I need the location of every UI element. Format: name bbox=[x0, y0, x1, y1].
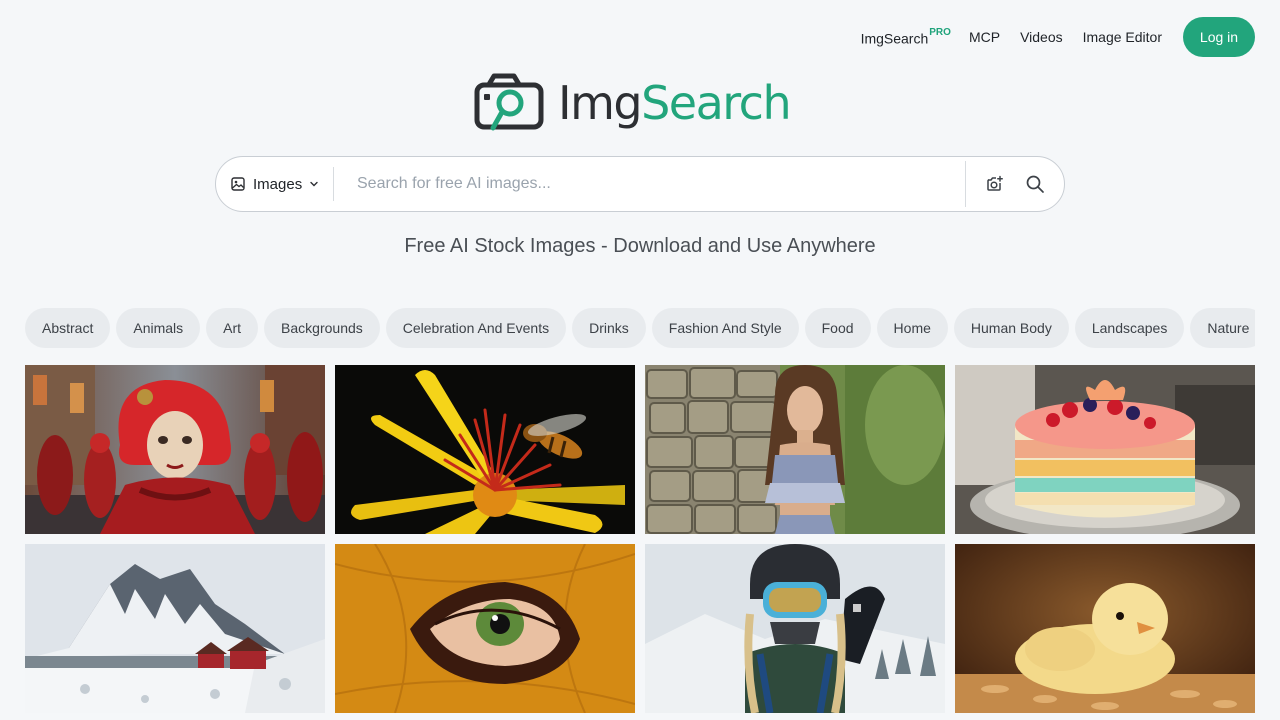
image-grid bbox=[25, 365, 1255, 713]
search-bar: Images bbox=[215, 156, 1065, 212]
logo-text-img: Img bbox=[558, 76, 643, 130]
category-chips: Abstract Animals Art Backgrounds Celebration… bbox=[25, 308, 1255, 348]
search-type-label: Images bbox=[253, 175, 303, 193]
search-button[interactable] bbox=[1016, 165, 1054, 203]
nav-pro-label: ImgSearch bbox=[860, 30, 929, 47]
page-tagline: Free AI Stock Images - Download and Use … bbox=[404, 235, 876, 257]
search-icon bbox=[1026, 175, 1044, 193]
snowy-mountain-cabins-picture bbox=[25, 544, 325, 713]
nav-videos-link[interactable]: Videos bbox=[1020, 17, 1063, 57]
layered-cake-picture bbox=[955, 365, 1255, 534]
nav-mcp-link[interactable]: MCP bbox=[969, 17, 1000, 57]
carnival-mask-woman-picture bbox=[25, 365, 325, 534]
logo-wordmark: ImgSearch bbox=[558, 72, 792, 134]
yellow-chick-picture bbox=[955, 544, 1255, 713]
camera-plus-icon bbox=[987, 175, 1003, 191]
logo-text-search: Search bbox=[641, 76, 792, 130]
category-chip-food[interactable]: Food bbox=[804, 308, 871, 348]
pro-badge: PRO bbox=[929, 26, 951, 38]
category-chip-human-body[interactable]: Human Body bbox=[953, 308, 1069, 348]
top-nav: ImgSearchPRO MCP Videos Image Editor Log… bbox=[861, 17, 1255, 57]
nav-imgsearch-pro-link[interactable]: ImgSearchPRO bbox=[861, 16, 951, 59]
layered-cake-image[interactable] bbox=[955, 365, 1255, 534]
image-icon bbox=[231, 177, 245, 191]
bee-on-yellow-flower-image[interactable] bbox=[335, 365, 635, 534]
camera-magnifier-logo-icon bbox=[474, 73, 544, 131]
carnival-mask-woman-image[interactable] bbox=[25, 365, 325, 534]
woman-by-stone-wall-picture bbox=[645, 365, 945, 534]
login-button[interactable]: Log in bbox=[1183, 17, 1255, 57]
snowboarder-goggles-image[interactable] bbox=[645, 544, 945, 713]
category-chip-abstract[interactable]: Abstract bbox=[25, 308, 111, 348]
category-chip-backgrounds[interactable]: Backgrounds bbox=[264, 308, 380, 348]
yellow-chick-image[interactable] bbox=[955, 544, 1255, 713]
category-chip-home[interactable]: Home bbox=[876, 308, 948, 348]
bee-on-yellow-flower-picture bbox=[335, 365, 635, 534]
category-chip-art[interactable]: Art bbox=[206, 308, 259, 348]
site-logo[interactable]: ImgSearch bbox=[474, 72, 792, 134]
category-chip-celebration-and-events[interactable]: Celebration And Events bbox=[385, 308, 567, 348]
category-chip-landscapes[interactable]: Landscapes bbox=[1074, 308, 1185, 348]
eye-through-leaf-image[interactable] bbox=[335, 544, 635, 713]
search-type-dropdown[interactable]: Images bbox=[216, 157, 333, 211]
nav-image-editor-link[interactable]: Image Editor bbox=[1083, 17, 1162, 57]
eye-through-leaf-picture bbox=[335, 544, 635, 713]
reverse-image-search-button[interactable] bbox=[976, 165, 1014, 203]
search-divider-right bbox=[965, 161, 966, 207]
category-chip-fashion-and-style[interactable]: Fashion And Style bbox=[651, 308, 799, 348]
woman-by-stone-wall-image[interactable] bbox=[645, 365, 945, 534]
category-chip-drinks[interactable]: Drinks bbox=[572, 308, 646, 348]
category-chip-animals[interactable]: Animals bbox=[116, 308, 201, 348]
category-chip-nature[interactable]: Nature bbox=[1190, 308, 1255, 348]
snowy-mountain-cabins-image[interactable] bbox=[25, 544, 325, 713]
chevron-down-icon bbox=[310, 181, 318, 187]
snowboarder-goggles-picture bbox=[645, 544, 945, 713]
search-input[interactable] bbox=[334, 157, 965, 211]
